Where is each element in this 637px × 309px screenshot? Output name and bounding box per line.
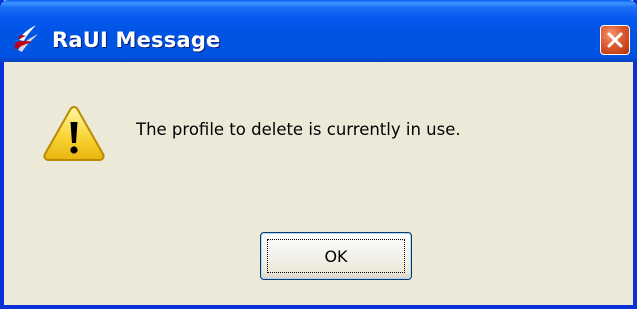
- title-bar[interactable]: RaUI Message: [0, 0, 637, 62]
- raui-app-icon: [15, 25, 38, 52]
- message-text: The profile to delete is currently in us…: [136, 120, 461, 139]
- close-button[interactable]: [600, 25, 630, 55]
- close-icon: [607, 32, 623, 48]
- warning-icon: [43, 105, 105, 161]
- message-dialog: RaUI Message The profile to delete is cu…: [0, 0, 637, 309]
- ok-button[interactable]: OK: [260, 232, 412, 280]
- ok-button-label: OK: [267, 239, 405, 273]
- window-title: RaUI Message: [52, 28, 221, 52]
